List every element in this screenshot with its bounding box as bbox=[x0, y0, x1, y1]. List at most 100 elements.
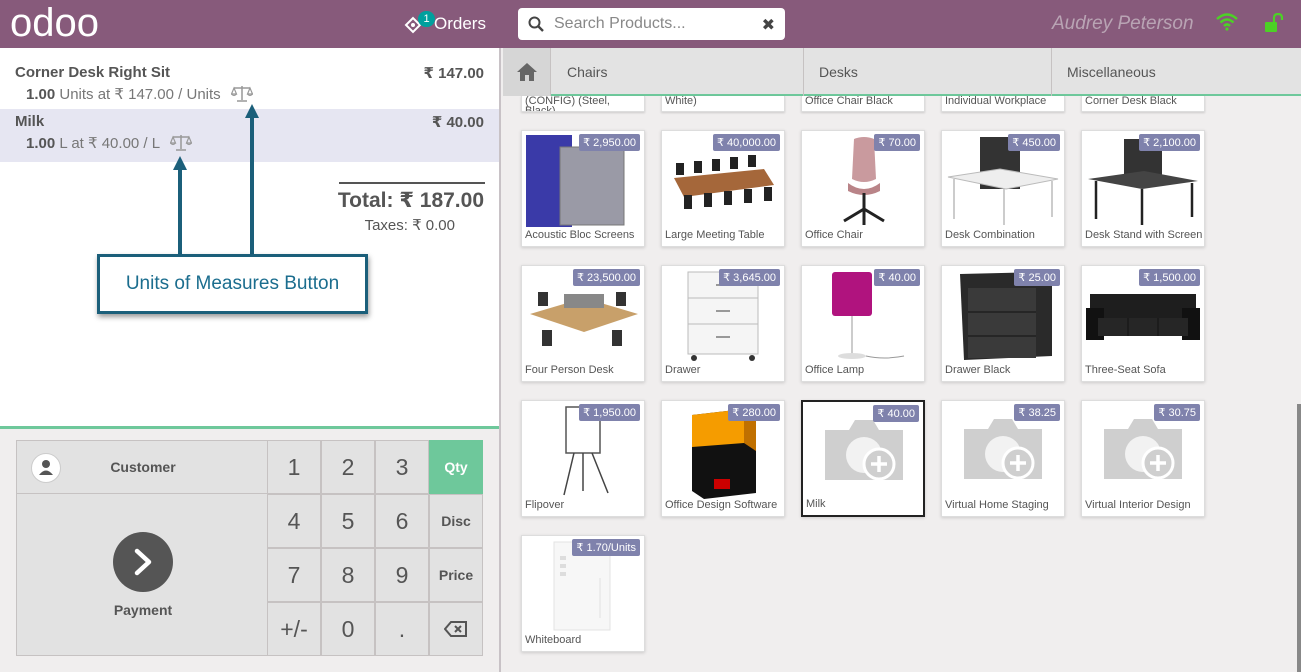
orderline-product-name: Milk bbox=[15, 113, 45, 130]
numpad-key-3[interactable]: 3 bbox=[375, 440, 429, 494]
numpad-key-8[interactable]: 8 bbox=[321, 548, 375, 602]
numpad-key-2[interactable]: 2 bbox=[321, 440, 375, 494]
numpad-key-6[interactable]: 6 bbox=[375, 494, 429, 548]
product-card[interactable]: ₹ 450.00 Desk Combination bbox=[941, 130, 1065, 247]
home-category-button[interactable] bbox=[503, 48, 551, 96]
product-name: Desk Stand with Screen bbox=[1085, 229, 1203, 241]
numpad-key-dot[interactable]: . bbox=[375, 602, 429, 656]
product-screen: Chairs Desks Miscellaneous (CONFIG) (Ste… bbox=[503, 48, 1301, 672]
orderline-price: ₹ 147.00 bbox=[423, 65, 484, 82]
balance-scale-icon[interactable] bbox=[230, 85, 253, 103]
product-name: Drawer bbox=[665, 364, 701, 376]
product-price: ₹ 40.00 bbox=[873, 405, 919, 422]
numpad-key-7[interactable]: 7 bbox=[267, 548, 321, 602]
product-card[interactable]: ₹ 40.00 Office Lamp bbox=[801, 265, 925, 382]
product-price: ₹ 1,500.00 bbox=[1139, 269, 1200, 286]
product-card-partial[interactable]: (CONFIG) (Steel, Black) bbox=[521, 96, 645, 112]
product-card[interactable]: ₹ 40,000.00 Large Meeting Table bbox=[661, 130, 785, 247]
product-price: ₹ 1,950.00 bbox=[579, 404, 640, 421]
product-price: ₹ 23,500.00 bbox=[573, 269, 640, 286]
unlock-icon[interactable] bbox=[1264, 13, 1284, 33]
product-name: Office Chair bbox=[805, 229, 863, 241]
search-box[interactable]: ✖ bbox=[518, 8, 785, 40]
numpad-key-0[interactable]: 0 bbox=[321, 602, 375, 656]
product-name: Flipover bbox=[525, 499, 565, 511]
search-icon bbox=[528, 16, 544, 32]
orders-count-badge: 1 bbox=[418, 11, 435, 27]
orderline-product-name: Corner Desk Right Sit bbox=[15, 64, 171, 81]
product-name: Desk Combination bbox=[945, 229, 1035, 241]
product-list-scrollbar[interactable] bbox=[1297, 404, 1301, 672]
orderline[interactable]: Corner Desk Right Sit ₹ 147.00 1.00 Unit… bbox=[0, 53, 499, 106]
search-input[interactable] bbox=[554, 12, 754, 36]
annotation-text: Units of Measures Button bbox=[125, 273, 340, 294]
order-pane: Corner Desk Right Sit ₹ 147.00 1.00 Unit… bbox=[0, 48, 501, 672]
orders-label: Orders bbox=[434, 14, 486, 33]
ticket-icon: 1 bbox=[404, 11, 435, 36]
product-card[interactable]: ₹ 38.25 Virtual Home Staging bbox=[941, 400, 1065, 517]
product-card[interactable]: ₹ 3,645.00 Drawer bbox=[661, 265, 785, 382]
orderline-qty: 1.00 bbox=[26, 86, 56, 103]
product-name: Office Design Software bbox=[665, 499, 778, 511]
product-name: Office Lamp bbox=[805, 364, 865, 376]
product-card[interactable]: ₹ 1.70/Units Whiteboard bbox=[521, 535, 645, 652]
disc-mode-button[interactable]: Disc bbox=[429, 494, 483, 548]
product-price: ₹ 40,000.00 bbox=[713, 134, 780, 151]
product-card[interactable]: ₹ 2,100.00 Desk Stand with Screen bbox=[1081, 130, 1205, 247]
product-name: Virtual Home Staging bbox=[945, 499, 1049, 511]
product-card[interactable]: ₹ 280.00 Office Design Software bbox=[661, 400, 785, 517]
home-icon bbox=[517, 63, 537, 81]
price-mode-button[interactable]: Price bbox=[429, 548, 483, 602]
category-desks[interactable]: Desks bbox=[804, 48, 1052, 96]
product-price: ₹ 40.00 bbox=[874, 269, 920, 286]
product-card[interactable]: ₹ 1,500.00 Three-Seat Sofa bbox=[1081, 265, 1205, 382]
product-card-partial[interactable]: White) bbox=[661, 96, 785, 112]
product-price: ₹ 25.00 bbox=[1014, 269, 1060, 286]
numpad-key-1[interactable]: 1 bbox=[267, 440, 321, 494]
control-pad: Customer Payment 1 2 3 Qty 4 5 6 Disc 7 … bbox=[0, 429, 499, 672]
clear-search-icon[interactable]: ✖ bbox=[762, 15, 775, 35]
customer-button[interactable]: Customer bbox=[16, 440, 268, 494]
payment-label: Payment bbox=[113, 602, 173, 618]
product-name: Acoustic Bloc Screens bbox=[525, 229, 635, 241]
product-card[interactable]: ₹ 1,950.00 Flipover bbox=[521, 400, 645, 517]
product-card-partial[interactable]: Office Chair Black bbox=[801, 96, 925, 112]
cashier-name[interactable]: Audrey Peterson bbox=[1052, 13, 1194, 35]
product-price: ₹ 1.70/Units bbox=[572, 539, 640, 556]
pos-header: odoo 1 Orders ✖ Audrey Peterson bbox=[0, 0, 1301, 48]
product-name: Four Person Desk bbox=[525, 364, 614, 376]
annotation-callout: Units of Measures Button bbox=[97, 254, 368, 314]
product-card[interactable]: ₹ 70.00 Office Chair bbox=[801, 130, 925, 247]
orderline-qty: 1.00 bbox=[26, 135, 56, 152]
product-card[interactable]: ₹ 25.00 Drawer Black bbox=[941, 265, 1065, 382]
product-name: Large Meeting Table bbox=[665, 229, 765, 241]
numpad-key-4[interactable]: 4 bbox=[267, 494, 321, 548]
category-chairs[interactable]: Chairs bbox=[552, 48, 804, 96]
product-name: Three-Seat Sofa bbox=[1085, 364, 1166, 376]
product-card-partial[interactable]: Individual Workplace bbox=[941, 96, 1065, 112]
product-card[interactable]: ₹ 30.75 Virtual Interior Design bbox=[1081, 400, 1205, 517]
payment-button[interactable]: Payment bbox=[16, 494, 268, 656]
orderline-unit-text: Units at ₹ 147.00 / Units bbox=[59, 86, 221, 103]
orders-button[interactable]: 1 Orders bbox=[404, 10, 486, 38]
product-name: Milk bbox=[806, 498, 826, 510]
product-price: ₹ 450.00 bbox=[1008, 134, 1060, 151]
product-card[interactable]: ₹ 2,950.00 Acoustic Bloc Screens bbox=[521, 130, 645, 247]
backspace-button[interactable] bbox=[429, 602, 483, 656]
product-price: ₹ 38.25 bbox=[1014, 404, 1060, 421]
backspace-icon bbox=[444, 621, 467, 637]
annotation-arrows bbox=[173, 104, 259, 254]
product-price: ₹ 70.00 bbox=[874, 134, 920, 151]
product-card-partial[interactable]: Corner Desk Black bbox=[1081, 96, 1205, 112]
category-miscellaneous[interactable]: Miscellaneous bbox=[1052, 48, 1301, 96]
product-card[interactable]: ₹ 23,500.00 Four Person Desk bbox=[521, 265, 645, 382]
product-price: ₹ 280.00 bbox=[728, 404, 780, 421]
numpad-key-9[interactable]: 9 bbox=[375, 548, 429, 602]
product-price: ₹ 3,645.00 bbox=[719, 269, 780, 286]
numpad-key-5[interactable]: 5 bbox=[321, 494, 375, 548]
chevron-right-icon bbox=[113, 532, 173, 592]
product-card-selected[interactable]: ₹ 40.00 Milk bbox=[801, 400, 925, 517]
qty-mode-button[interactable]: Qty bbox=[429, 440, 483, 494]
numpad-key-plus-minus[interactable]: +/- bbox=[267, 602, 321, 656]
odoo-logo: odoo bbox=[10, 6, 99, 42]
